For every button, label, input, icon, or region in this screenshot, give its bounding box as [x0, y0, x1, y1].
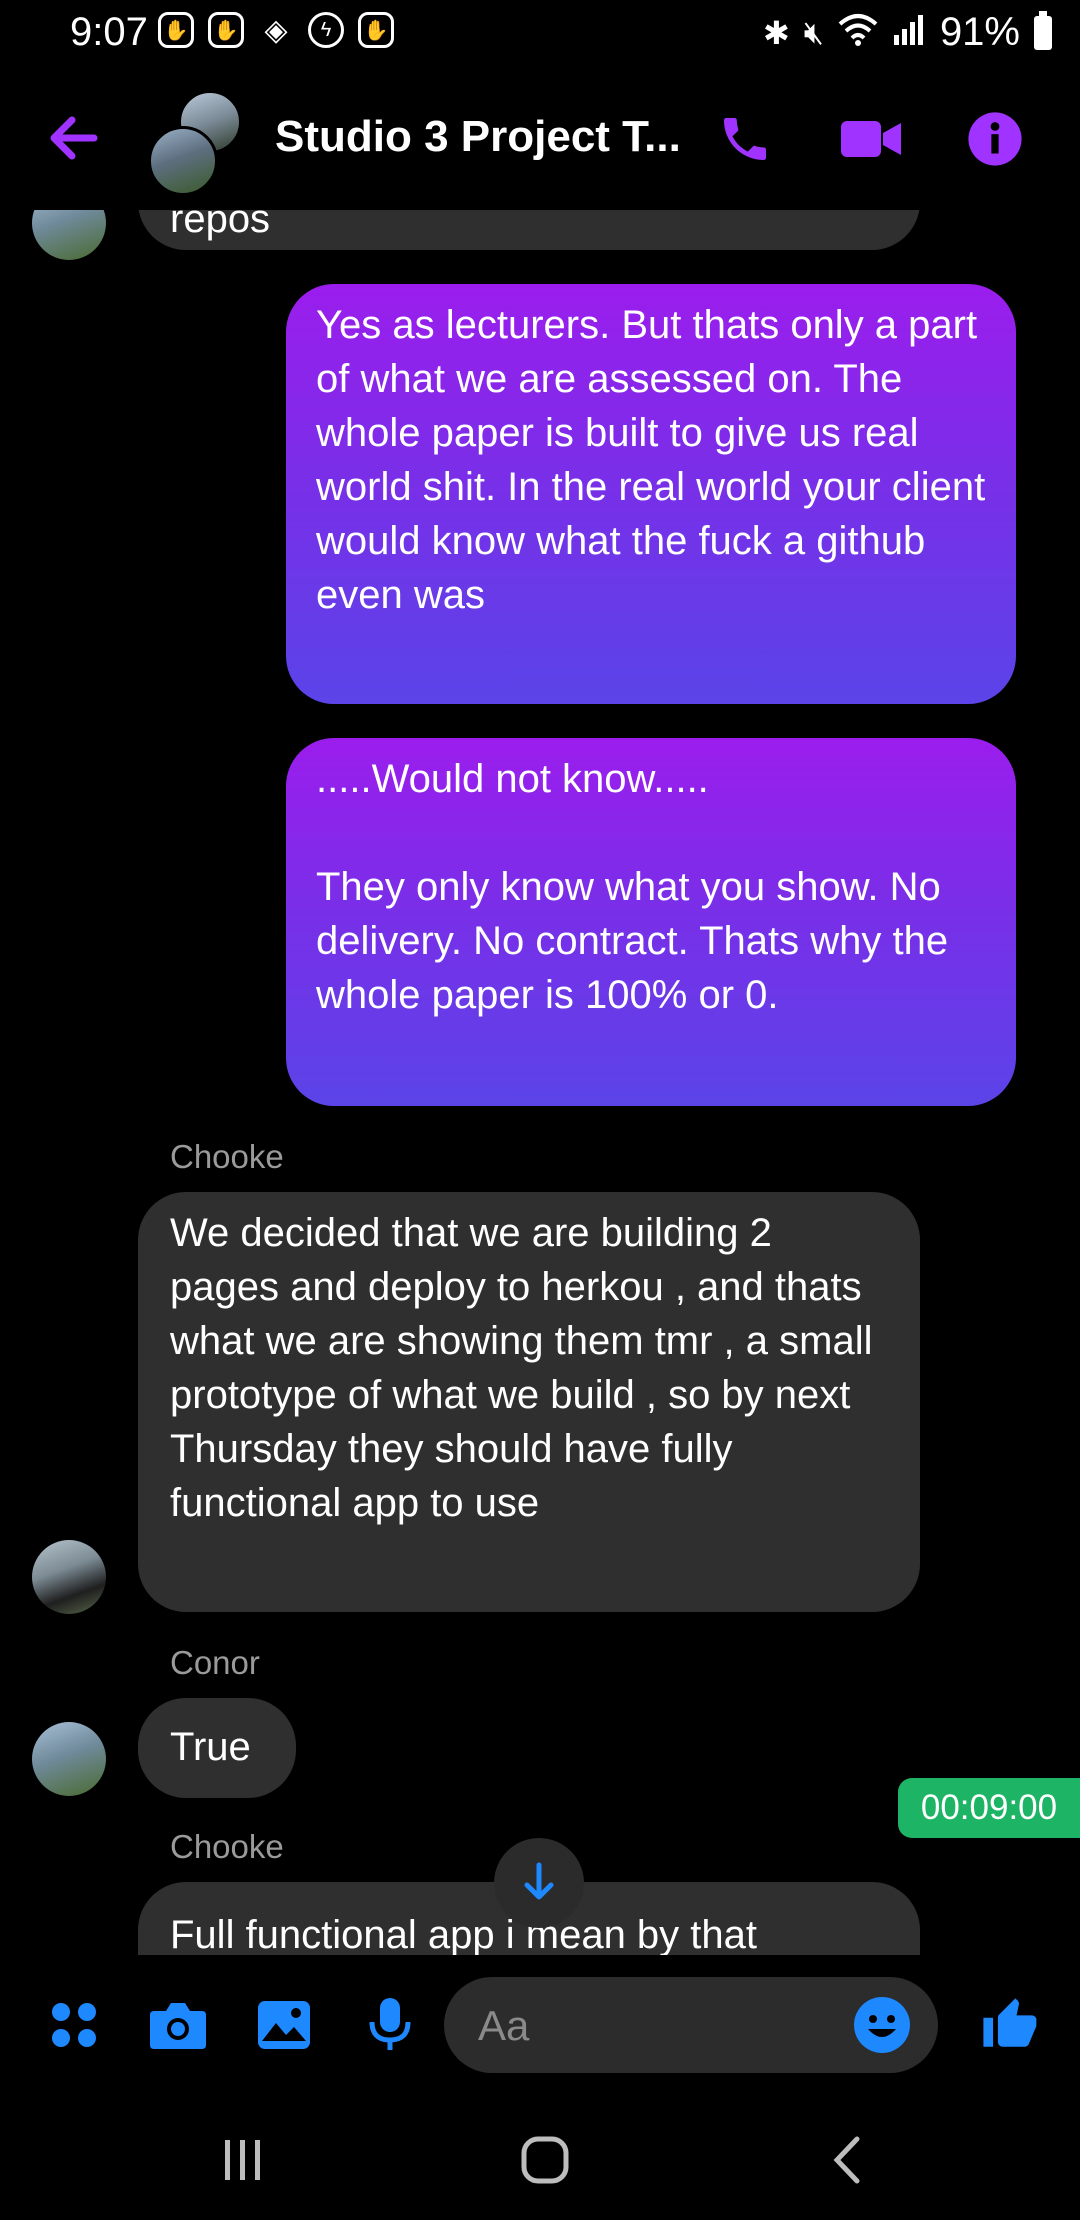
composer [0, 1955, 1080, 2095]
mute-icon: 🔇︎ [803, 13, 824, 50]
hand-app-icon: ✋ [358, 12, 394, 48]
status-time: 9:07 [70, 10, 148, 54]
message-input-container[interactable] [444, 1977, 938, 2075]
battery-percent: 91% [939, 10, 1020, 54]
binance-icon: ◈ [264, 13, 288, 47]
apps-button[interactable] [44, 1995, 104, 2055]
emoji-icon[interactable] [852, 1995, 912, 2055]
message-text: Full functional app i mean by that [170, 1913, 758, 1955]
timer-badge[interactable]: 00:09:00 [898, 1778, 1080, 1838]
video-call-button[interactable] [838, 106, 904, 172]
avatar [32, 210, 106, 260]
info-button[interactable] [962, 106, 1028, 172]
gallery-icon [258, 2001, 310, 2049]
message-text: We decided that we are building 2 pages … [170, 1211, 873, 1525]
sender-name: Conor [170, 1644, 260, 1681]
back-button[interactable] [44, 108, 104, 168]
message-bubble[interactable]: repos [138, 210, 920, 250]
message-text: Yes as lecturers. But thats only a part … [316, 303, 986, 617]
message-text: True [170, 1725, 251, 1769]
group-avatar[interactable] [148, 90, 248, 196]
wifi-icon [838, 12, 878, 54]
sender-name: Chooke [170, 1828, 284, 1865]
video-icon [841, 121, 901, 157]
chat-title[interactable]: Studio 3 Project T... [275, 112, 681, 162]
battery-icon [1034, 10, 1052, 50]
microphone-icon [369, 1998, 411, 2050]
message-list[interactable]: repos Yes as lecturers. But thats only a… [0, 210, 1080, 1955]
status-right: ✱ 🔇︎ 91% [763, 10, 1052, 55]
scroll-to-bottom-button[interactable] [494, 1838, 584, 1928]
chevron-left-icon [833, 2136, 860, 2184]
avatar [148, 126, 218, 196]
back-arrow-icon [50, 116, 98, 160]
message-bubble[interactable]: .....Would not know..... They only know … [286, 738, 1016, 1106]
message-bubble[interactable]: Yes as lecturers. But thats only a part … [286, 284, 1016, 704]
thumbs-up-icon [983, 1998, 1037, 2047]
like-button[interactable] [980, 1995, 1040, 2055]
message-bubble[interactable]: True [138, 1698, 296, 1798]
status-bar: 9:07 ✋ ✋ ◈ ϟ ✋ ✱ 🔇︎ 91% [0, 0, 1080, 68]
chat-header: Studio 3 Project T... [0, 68, 1080, 210]
avatar [32, 1722, 106, 1796]
voice-message-button[interactable] [360, 1995, 420, 2055]
hand-app-icon: ✋ [208, 12, 244, 48]
home-icon [521, 2136, 569, 2184]
signal-icon [892, 13, 926, 53]
camera-icon [150, 2003, 206, 2049]
system-navigation-bar [0, 2095, 1080, 2220]
info-icon [968, 112, 1022, 166]
message-text: repos [170, 210, 271, 241]
apps-icon [52, 2003, 96, 2047]
messenger-icon: ϟ [308, 12, 344, 48]
message-bubble[interactable]: We decided that we are building 2 pages … [138, 1192, 920, 1612]
notification-icons: ✋ ✋ ◈ ϟ ✋ [158, 12, 394, 48]
gallery-button[interactable] [254, 1995, 314, 2055]
message-text: .....Would not know..... They only know … [316, 757, 949, 1017]
home-button[interactable] [510, 2125, 580, 2195]
recent-apps-icon [225, 2140, 260, 2180]
system-back-button[interactable] [812, 2125, 882, 2195]
voice-call-button[interactable] [712, 106, 778, 172]
sender-name: Chooke [170, 1138, 284, 1175]
camera-button[interactable] [148, 1995, 208, 2055]
arrow-down-icon [524, 1862, 554, 1900]
bluetooth-icon: ✱ [762, 14, 790, 51]
recent-apps-button[interactable] [208, 2125, 278, 2195]
message-input[interactable] [476, 1977, 840, 2075]
phone-icon [724, 118, 766, 160]
avatar [32, 1540, 106, 1614]
hand-app-icon: ✋ [158, 12, 194, 48]
